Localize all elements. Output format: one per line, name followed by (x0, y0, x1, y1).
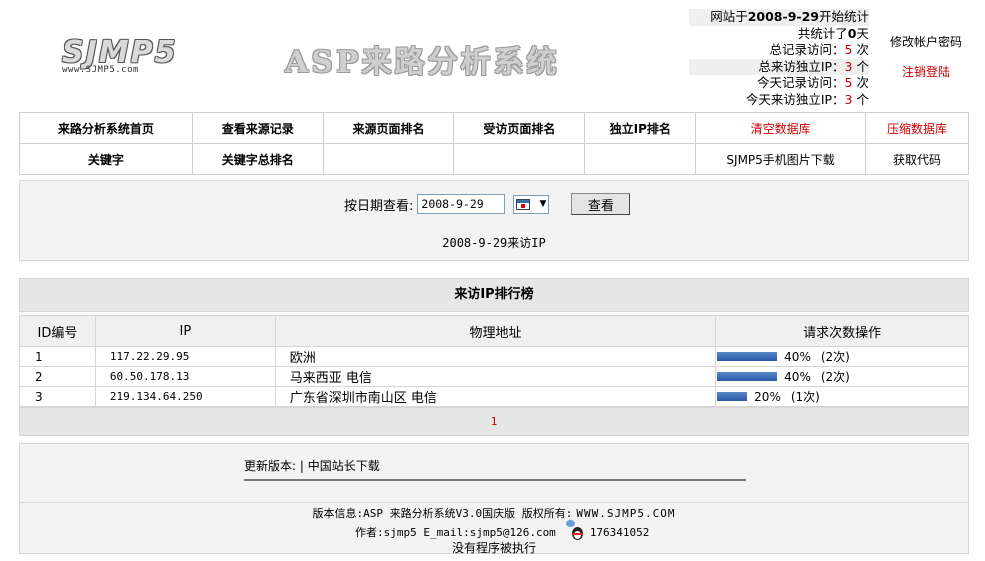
percent-bar (717, 392, 748, 401)
nav-keywords[interactable]: 关键字 (19, 143, 193, 175)
footer: 更新版本: | 中国站长下载 版本信息:ASP 来路分析系统V3.0国庆版 版权… (19, 443, 969, 555)
percent-text: 20% (754, 389, 781, 404)
view-button[interactable]: 查看 (571, 193, 631, 215)
nav-compress-database[interactable]: 压缩数据库 (865, 112, 969, 144)
row-requests: 20% (1次) (715, 386, 969, 407)
site-link[interactable]: WWW.SJMP5.COM (576, 507, 675, 520)
row-location: 广东省深圳市南山区 电信 (275, 386, 717, 407)
row-id: 1 (19, 346, 96, 367)
qq-number: 176341052 (589, 525, 650, 539)
app-title: ASP来路分析系统 (285, 45, 560, 80)
stats-panel: 网站于2008-9-29开始统计 共统计了0天 总记录访问：5 次 总来访独立I… (689, 9, 869, 108)
request-count: (1次) (790, 390, 820, 404)
nav-mobile-image-download[interactable]: SJMP5手机图片下载 (695, 143, 867, 175)
ranking-header-row: ID编号 IP 物理地址 请求次数操作 (19, 315, 969, 347)
author-email: 作者:sjmp5 E_mail:sjmp5@126.com (355, 526, 556, 539)
row-id: 3 (19, 386, 96, 407)
stats-today-ips: 今天来访独立IP：3 个 (745, 91, 869, 107)
pagination: 1 (19, 407, 969, 436)
nav-menu: 来路分析系统首页 查看来源记录 来源页面排名 受访页面排名 独立IP排名 清空数… (19, 112, 969, 175)
version-info: 版本信息:ASP 来路分析系统V3.0国庆版 版权所有: WWW.SJMP5.CO… (312, 507, 676, 520)
calendar-dropdown[interactable]: ▼ (513, 194, 550, 214)
date-query-panel: 按日期查看: ▼ 查看 2008-9-29来访IP (19, 180, 969, 261)
nav-get-code[interactable]: 获取代码 (865, 143, 969, 175)
sjmp5-logo: SJMP5 www.SJMP5.com (62, 35, 178, 78)
stats-total-visits: 总记录访问：5 次 (769, 42, 869, 57)
page-link[interactable]: 1 (491, 415, 498, 428)
table-row: 3 219.134.64.250 广东省深圳市南山区 电信 20% (1次) (19, 386, 969, 407)
nav-empty-cell (322, 143, 455, 175)
logout-link[interactable]: 注销登陆 (880, 63, 972, 80)
nav-visited-page-rank[interactable]: 受访页面排名 (453, 112, 586, 144)
column-header-requests: 请求次数操作 (715, 315, 969, 347)
ranking-title: 来访IP排行榜 (19, 278, 969, 312)
execution-status: 没有程序被执行 (451, 541, 536, 555)
nav-home[interactable]: 来路分析系统首页 (19, 112, 193, 144)
table-row: 1 117.22.29.95 欧洲 40% (2次) (19, 346, 969, 367)
row-ip: 219.134.64.250 (95, 386, 276, 407)
divider (244, 479, 746, 481)
stats-total-ips: 总来访独立IP：3 个 (689, 58, 869, 75)
nav-empty-cell (453, 143, 586, 175)
account-links: 修改帐户密码 注销登陆 (880, 33, 972, 80)
percent-text: 40% (784, 349, 811, 364)
nav-source-records[interactable]: 查看来源记录 (191, 112, 324, 144)
row-ip: 60.50.178.13 (95, 366, 276, 387)
request-count: (2次) (820, 350, 850, 364)
date-query-label: 按日期查看: (344, 198, 414, 214)
stats-total-days: 共统计了0天 (797, 25, 869, 41)
row-id: 2 (19, 366, 96, 387)
column-header-location: 物理地址 (274, 315, 717, 347)
ranking-table: ID编号 IP 物理地址 请求次数操作 1 117.22.29.95 欧洲 40… (19, 315, 969, 407)
percent-bar (717, 352, 778, 361)
divider (20, 502, 968, 503)
date-input[interactable] (417, 194, 506, 214)
percent-bar (717, 372, 778, 381)
update-info: 更新版本: | 中国站长下载 (244, 459, 380, 473)
table-row: 2 60.50.178.13 马来西亚 电信 40% (2次) (19, 366, 969, 387)
logo-text: SJMP5 (62, 35, 178, 70)
column-header-ip: IP (94, 315, 276, 347)
row-location: 马来西亚 电信 (275, 366, 717, 387)
date-query-row: 按日期查看: ▼ 查看 (344, 193, 631, 215)
nav-empty-cell (584, 143, 697, 175)
stats-start: 网站于2008-9-29开始统计 (689, 9, 869, 26)
percent-text: 40% (784, 369, 811, 384)
nav-source-page-rank[interactable]: 来源页面排名 (322, 112, 455, 144)
row-requests: 40% (2次) (715, 366, 969, 387)
author-info: 作者:sjmp5 E_mail:sjmp5@126.com 176341052 (355, 520, 650, 540)
edit-password-link[interactable]: 修改帐户密码 (880, 33, 972, 50)
nav-clear-database[interactable]: 清空数据库 (695, 112, 867, 144)
column-header-id: ID编号 (19, 315, 96, 347)
date-query-caption: 2008-9-29来访IP (442, 236, 546, 250)
request-count: (2次) (820, 370, 850, 384)
row-requests: 40% (2次) (715, 346, 969, 367)
nav-ip-rank[interactable]: 独立IP排名 (584, 112, 697, 144)
row-location: 欧洲 (275, 346, 717, 367)
calendar-icon (516, 198, 531, 210)
stats-today-visits: 今天记录访问：5 次 (757, 75, 869, 90)
nav-keyword-rank[interactable]: 关键字总排名 (191, 143, 324, 175)
qq-penguin-icon[interactable] (565, 520, 588, 540)
row-ip: 117.22.29.95 (95, 346, 276, 367)
chevron-down-icon: ▼ (539, 199, 547, 209)
